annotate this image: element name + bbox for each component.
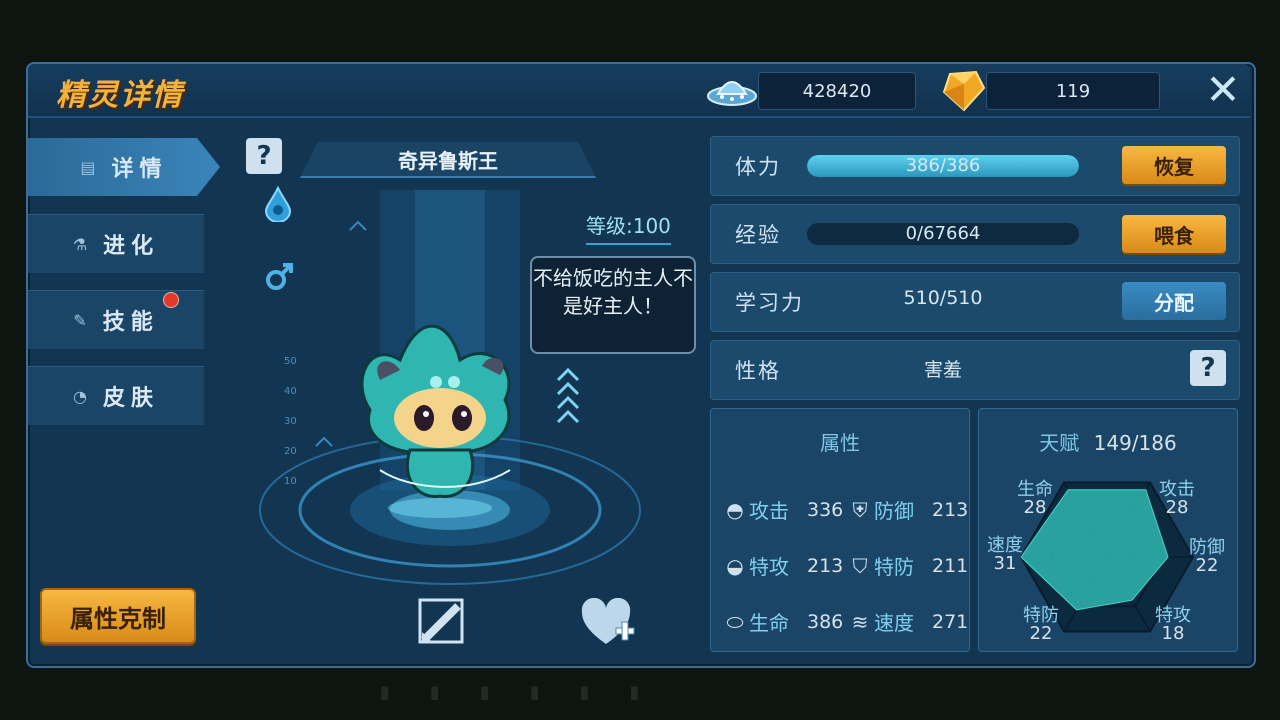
skill-icon: ✎ — [73, 310, 87, 330]
tab-evolve[interactable]: ⚗ 进化 — [28, 214, 204, 273]
defense-icon: ⛨ — [852, 497, 868, 522]
svg-text:50: 50 — [284, 356, 297, 367]
defense-value: 213 — [932, 498, 969, 521]
hp-label: 体力 — [735, 155, 781, 179]
background-menu: ▮ ▮ ▮ ▮ ▮ ▮ — [380, 681, 640, 703]
radar-label-special-defense: 特防 22 — [1023, 605, 1059, 644]
special-attack-value: 213 — [807, 554, 844, 577]
special-attack-icon: ◒ — [726, 553, 744, 578]
special-defense-value: 211 — [932, 554, 969, 577]
attributes-card: 属性 ◓ 攻击 336 ⛨ 防御 213 ◒ 特攻 213 ⛉ 特防 211 ⬭ 生命 386 ≋ 速… — [710, 408, 970, 652]
diamond-icon — [942, 70, 986, 112]
radar-label-attack: 攻击 28 — [1159, 479, 1195, 518]
page-title: 精灵详情 — [56, 78, 184, 113]
flask-icon: ⚗ — [72, 234, 88, 254]
exp-value: 0/67664 — [905, 223, 981, 244]
drop-icon: ◔ — [73, 386, 87, 406]
pet-creature-image — [360, 324, 511, 518]
attribute-row: ⬭ 生命 386 ≋ 速度 271 — [721, 607, 971, 636]
details-icon: ▤ — [80, 157, 96, 177]
svg-text:40: 40 — [284, 386, 297, 397]
attack-label: 攻击 — [749, 499, 789, 523]
learning-value: 510/510 — [903, 287, 983, 309]
nature-label: 性格 — [735, 359, 781, 383]
radar-label-speed: 速度 31 — [987, 535, 1023, 574]
nature-value: 害羞 — [923, 359, 962, 381]
attribute-row: ◓ 攻击 336 ⛨ 防御 213 — [721, 495, 971, 524]
nature-help-button[interactable]: ? — [1190, 350, 1226, 386]
help-button[interactable]: ? — [246, 138, 282, 174]
special-defense-label: 特防 — [874, 555, 914, 579]
hp-value: 386/386 — [905, 155, 981, 176]
tab-details-label: 详情 — [111, 157, 168, 182]
speed-icon: ≋ — [851, 609, 869, 634]
talent-card: 天赋 149/186 生命 28 攻击 28 防御 22 特攻 18 特防 22 速度 31 — [978, 408, 1238, 652]
svg-text:20: 20 — [284, 446, 297, 457]
coin-counter: 428420 — [758, 72, 916, 110]
type-restraint-button[interactable]: 属性克制 — [40, 588, 196, 644]
hp-attr-value: 386 — [807, 610, 844, 633]
close-button[interactable]: ✕ — [1200, 68, 1246, 112]
radar-label-hp: 生命 28 — [1017, 479, 1053, 518]
defense-label: 防御 — [874, 499, 914, 523]
talent-radar-chart — [1019, 481, 1195, 633]
hp-attr-label: 生命 — [749, 611, 789, 635]
hp-pill-icon: ⬭ — [726, 609, 744, 634]
radar-label-special-attack: 特攻 18 — [1155, 605, 1191, 644]
tab-skills-label: 技能 — [102, 310, 159, 335]
attributes-title: 属性 — [820, 431, 860, 455]
tab-evolve-label: 进化 — [103, 234, 160, 259]
pet-name: 奇异鲁斯王 — [300, 142, 596, 178]
tab-skins[interactable]: ◔ 皮肤 — [28, 366, 204, 425]
radar-label-defense: 防御 22 — [1189, 537, 1225, 576]
speed-value: 271 — [932, 610, 969, 633]
ufo-coin-icon — [707, 81, 757, 106]
heart-plus-icon[interactable] — [580, 598, 636, 648]
restore-button[interactable]: 恢复 — [1122, 146, 1226, 184]
svg-text:30: 30 — [284, 416, 297, 427]
pet-level: 等级:100 — [586, 210, 671, 245]
tab-skins-label: 皮肤 — [102, 386, 159, 411]
exp-label: 经验 — [735, 223, 781, 247]
attack-value: 336 — [807, 498, 844, 521]
special-defense-icon: ⛉ — [852, 553, 868, 578]
feed-button[interactable]: 喂食 — [1122, 215, 1226, 253]
svg-text:10: 10 — [284, 476, 297, 487]
gem-counter: 119 — [986, 72, 1160, 110]
nature-row: 性格 害羞 — [710, 340, 1240, 400]
tab-details[interactable]: ▤ 详情 — [28, 138, 220, 196]
allocate-button[interactable]: 分配 — [1122, 282, 1226, 320]
speech-bubble: 不给饭吃的主人不是好主人！ — [530, 256, 696, 354]
notification-badge — [163, 292, 179, 308]
special-attack-label: 特攻 — [749, 555, 789, 579]
speed-label: 速度 — [874, 611, 914, 635]
attribute-row: ◒ 特攻 213 ⛉ 特防 211 — [721, 551, 971, 580]
attack-icon: ◓ — [726, 497, 744, 522]
learning-label: 学习力 — [735, 291, 804, 315]
rename-pencil-icon[interactable] — [418, 598, 464, 644]
